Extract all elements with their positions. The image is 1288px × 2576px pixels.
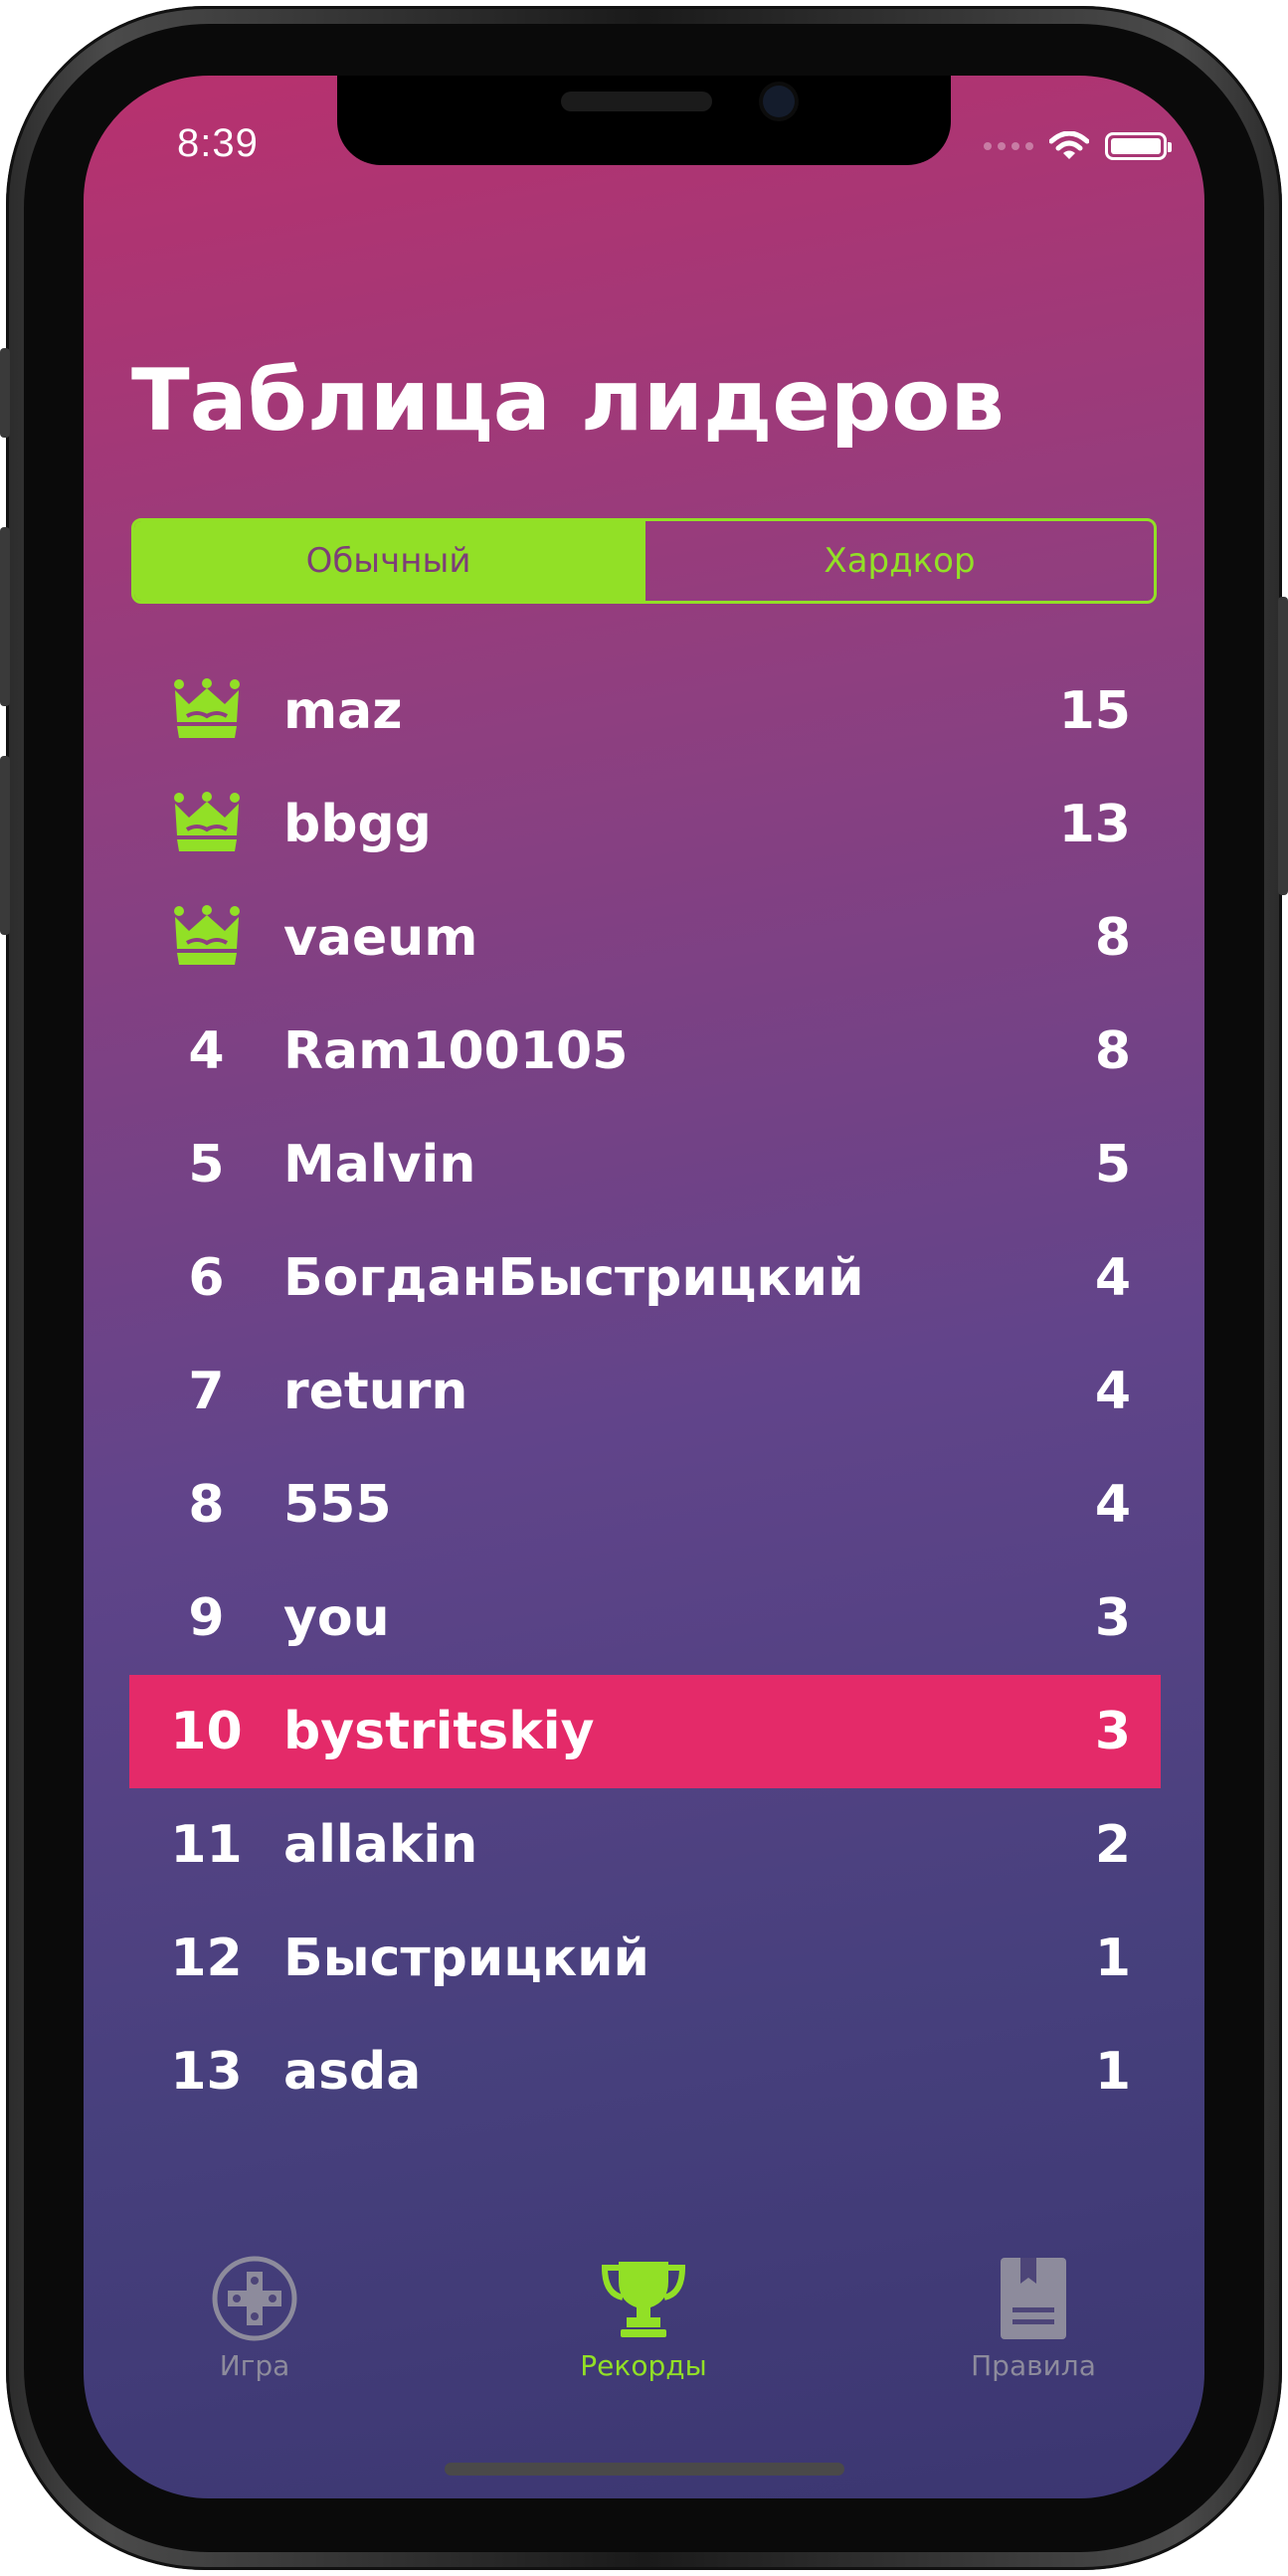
rank-cell: 11: [170, 1815, 243, 1875]
player-score: 3: [1094, 1702, 1131, 1761]
leaderboard-row: 6 БогданБыстрицкий 4: [129, 1221, 1161, 1335]
current-user-row: 10 bystritskiy 3: [129, 1675, 1161, 1788]
player-name: maz: [283, 681, 403, 741]
player-score: 4: [1094, 1475, 1131, 1535]
crown-icon: [173, 678, 240, 738]
rank-cell: 10: [170, 1702, 243, 1761]
player-score: 5: [1094, 1135, 1131, 1195]
rank-cell: 6: [188, 1248, 225, 1308]
status-indicators: [984, 129, 1172, 163]
tab-game-label: Игра: [219, 2349, 290, 2382]
gamepad-icon: [212, 2256, 297, 2341]
leaderboard-row: bbgg 13: [129, 768, 1161, 881]
rank-cell: 5: [188, 1135, 225, 1195]
player-name: Быстрицкий: [283, 1929, 649, 1988]
rank-cell: 13: [170, 2042, 243, 2102]
tab-rules-label: Правила: [971, 2349, 1096, 2382]
signal-dots-icon: [984, 142, 1033, 150]
leaderboard-row: vaeum 8: [129, 881, 1161, 995]
wifi-icon: [1049, 131, 1089, 159]
player-score: 4: [1094, 1248, 1131, 1308]
leaderboard-row: 7 return 4: [129, 1335, 1161, 1448]
leaderboard-list: maz 15 bbgg 13 vaeum 8 4 Ram100105 8 5 Malvin 5 6 Бог…: [129, 654, 1161, 2128]
rank-cell: 4: [188, 1021, 225, 1081]
leaderboard-row: 11 allakin 2: [129, 1788, 1161, 1902]
player-name: you: [283, 1588, 390, 1648]
segment-normal[interactable]: Обычный: [134, 521, 643, 601]
power-button: [1278, 597, 1288, 895]
tab-bar: Игра Рекорды Правила: [84, 2254, 1204, 2413]
player-score: 1: [1094, 2042, 1131, 2102]
player-name: bbgg: [283, 795, 432, 854]
player-name: Ram100105: [283, 1021, 629, 1081]
tab-records-label: Рекорды: [580, 2349, 707, 2382]
leaderboard-row: maz 15: [129, 654, 1161, 768]
rank-cell: 12: [170, 1929, 243, 1988]
rank-cell: [129, 792, 283, 857]
rank-cell: [129, 905, 283, 971]
leaderboard-row: 12 Быстрицкий 1: [129, 1902, 1161, 2015]
crown-icon: [173, 905, 240, 965]
leaderboard-row: 4 Ram100105 8: [129, 995, 1161, 1108]
leaderboard-row: 8 555 4: [129, 1448, 1161, 1562]
trophy-icon: [601, 2262, 686, 2337]
player-score: 8: [1094, 908, 1131, 968]
leaderboard-row: 5 Malvin 5: [129, 1108, 1161, 1221]
player-name: bystritskiy: [283, 1702, 595, 1761]
player-name: 555: [283, 1475, 392, 1535]
notch: [337, 76, 951, 165]
player-name: Malvin: [283, 1135, 476, 1195]
rank-cell: 9: [188, 1588, 225, 1648]
leaderboard-row: 9 you 3: [129, 1562, 1161, 1675]
app-screen: 8:39 Таблица лидеров Обычный Хардкор maz…: [84, 76, 1204, 2498]
segment-hardcore[interactable]: Хардкор: [643, 521, 1154, 601]
player-score: 13: [1058, 795, 1131, 854]
home-indicator[interactable]: [445, 2463, 844, 2476]
crown-icon: [173, 792, 240, 851]
mute-switch: [0, 348, 10, 438]
player-score: 1: [1094, 1929, 1131, 1988]
player-name: vaeum: [283, 908, 478, 968]
front-camera: [763, 86, 795, 117]
rank-cell: 7: [188, 1362, 225, 1421]
player-name: allakin: [283, 1815, 478, 1875]
rank-cell: 8: [188, 1475, 225, 1535]
leaderboard-row: 13 asda 1: [129, 2015, 1161, 2128]
player-name: return: [283, 1362, 468, 1421]
player-name: БогданБыстрицкий: [283, 1248, 864, 1308]
tab-records[interactable]: Рекорды: [524, 2254, 763, 2382]
volume-down-button: [0, 756, 10, 935]
status-time: 8:39: [177, 121, 259, 165]
mode-segmented-control[interactable]: Обычный Хардкор: [131, 518, 1157, 604]
rank-cell: [129, 678, 283, 744]
player-score: 4: [1094, 1362, 1131, 1421]
volume-up-button: [0, 527, 10, 706]
player-name: asda: [283, 2042, 422, 2102]
book-icon: [1001, 2258, 1066, 2339]
player-score: 15: [1058, 681, 1131, 741]
player-score: 3: [1094, 1588, 1131, 1648]
player-score: 8: [1094, 1021, 1131, 1081]
earpiece-speaker: [561, 92, 712, 111]
player-score: 2: [1094, 1815, 1131, 1875]
tab-game[interactable]: Игра: [135, 2254, 374, 2382]
page-title: Таблица лидеров: [131, 351, 1005, 451]
battery-icon: [1105, 132, 1172, 160]
tab-rules[interactable]: Правила: [914, 2254, 1153, 2382]
